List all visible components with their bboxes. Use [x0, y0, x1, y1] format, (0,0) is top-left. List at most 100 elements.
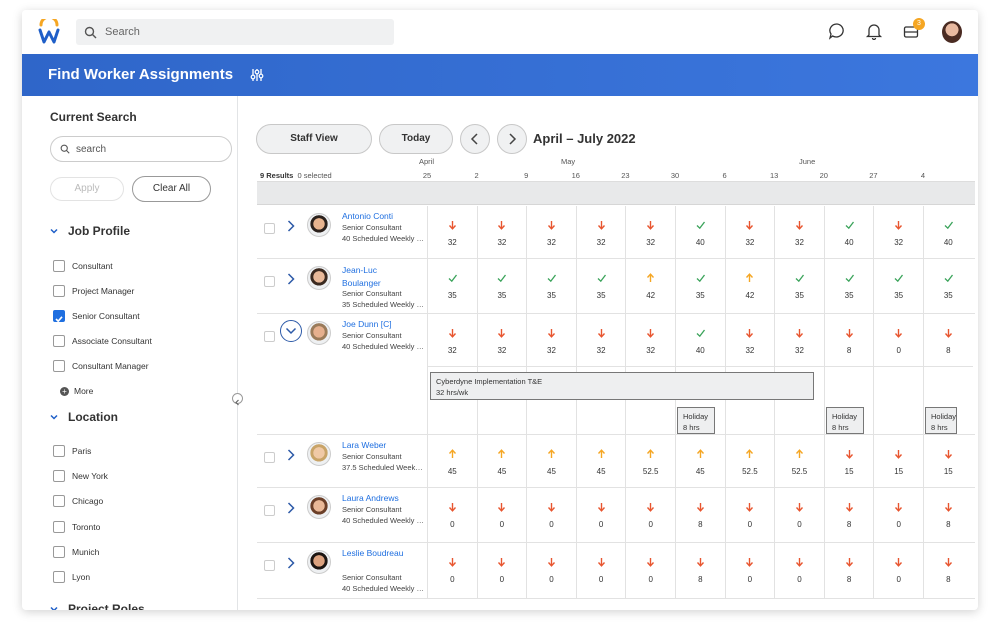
week-capacity-cell[interactable]: 35: [675, 259, 725, 314]
week-capacity-cell[interactable]: 35: [526, 259, 576, 314]
location-option[interactable]: Paris: [53, 444, 91, 458]
worker-name-link[interactable]: Jean-Luc Boulanger: [342, 264, 402, 290]
job-profile-option[interactable]: Project Manager: [53, 284, 134, 298]
row-checkbox[interactable]: [264, 331, 275, 342]
week-capacity-cell[interactable]: 8: [923, 314, 973, 366]
collapse-row-button[interactable]: [280, 320, 302, 342]
week-capacity-cell[interactable]: 8: [675, 543, 725, 599]
week-capacity-cell[interactable]: 8: [823, 488, 874, 543]
week-capacity-cell[interactable]: 8: [923, 488, 973, 543]
week-capacity-cell[interactable]: 35: [923, 259, 973, 314]
global-search-input[interactable]: Search: [76, 19, 394, 45]
week-capacity-cell[interactable]: 0: [873, 314, 923, 366]
week-capacity-cell[interactable]: 0: [575, 488, 626, 543]
row-checkbox[interactable]: [264, 505, 275, 516]
week-capacity-cell[interactable]: 45: [427, 435, 477, 488]
checkbox[interactable]: [53, 360, 65, 372]
week-capacity-cell[interactable]: 40: [675, 206, 725, 259]
week-capacity-cell[interactable]: 45: [675, 435, 725, 488]
checkbox[interactable]: [53, 335, 65, 347]
week-capacity-cell[interactable]: 52.5: [724, 435, 775, 488]
clear-all-button[interactable]: Clear All: [132, 176, 211, 202]
week-capacity-cell[interactable]: 0: [873, 488, 923, 543]
week-capacity-cell[interactable]: 0: [476, 488, 527, 543]
week-capacity-cell[interactable]: 32: [575, 314, 626, 366]
week-capacity-cell[interactable]: 32: [625, 206, 675, 259]
location-option[interactable]: Chicago: [53, 494, 103, 508]
worker-name-link[interactable]: Leslie Boudreau: [342, 548, 403, 558]
worker-name-link[interactable]: Lara Weber: [342, 440, 386, 450]
assignment-bar[interactable]: Cyberdyne Implementation T&E 32 hrs/wk: [430, 372, 814, 400]
week-capacity-cell[interactable]: 52.5: [625, 435, 675, 488]
expand-row-button[interactable]: [287, 501, 295, 514]
workday-logo-icon[interactable]: [38, 19, 60, 45]
week-capacity-cell[interactable]: 15: [873, 435, 923, 488]
worker-row[interactable]: Lara Weber Senior Consultant 37.5 Schedule…: [257, 435, 975, 488]
week-capacity-cell[interactable]: 32: [476, 314, 527, 366]
week-capacity-cell[interactable]: 32: [427, 206, 477, 259]
week-capacity-cell[interactable]: 0: [774, 488, 824, 543]
job-profile-option[interactable]: Senior Consultant: [53, 309, 140, 323]
week-capacity-cell[interactable]: 0: [526, 488, 576, 543]
job-profile-option[interactable]: Consultant: [53, 259, 113, 273]
week-capacity-cell[interactable]: 40: [823, 206, 874, 259]
week-capacity-cell[interactable]: 0: [575, 543, 626, 599]
expand-row-button[interactable]: [287, 219, 295, 232]
worker-row[interactable]: Antonio Conti Senior Consultant 40 Schedul…: [257, 206, 975, 259]
next-range-button[interactable]: [497, 124, 527, 154]
worker-name-link[interactable]: Joe Dunn [C]: [342, 319, 392, 329]
bell-icon[interactable]: [865, 22, 883, 40]
week-capacity-cell[interactable]: 32: [774, 314, 824, 366]
checkbox[interactable]: [53, 470, 65, 483]
week-capacity-cell[interactable]: 35: [427, 259, 477, 314]
worker-row[interactable]: Leslie Boudreau Senior Consultant 40 Sched…: [257, 543, 975, 599]
week-capacity-cell[interactable]: 35: [873, 259, 923, 314]
week-capacity-cell[interactable]: 45: [526, 435, 576, 488]
worker-name-link[interactable]: Antonio Conti: [342, 211, 393, 221]
week-capacity-cell[interactable]: 32: [774, 206, 824, 259]
week-capacity-cell[interactable]: 32: [625, 314, 675, 366]
week-capacity-cell[interactable]: 32: [526, 314, 576, 366]
row-checkbox[interactable]: [264, 223, 275, 234]
expand-row-button[interactable]: [287, 556, 295, 569]
week-capacity-cell[interactable]: 8: [923, 543, 973, 599]
week-capacity-cell[interactable]: 0: [427, 543, 477, 599]
chat-icon[interactable]: [828, 22, 846, 40]
week-capacity-cell[interactable]: 35: [476, 259, 527, 314]
worker-name-link[interactable]: Laura Andrews: [342, 493, 399, 503]
week-capacity-cell[interactable]: 45: [476, 435, 527, 488]
week-capacity-cell[interactable]: 40: [923, 206, 973, 259]
week-capacity-cell[interactable]: 40: [675, 314, 725, 366]
week-capacity-cell[interactable]: 35: [823, 259, 874, 314]
week-capacity-cell[interactable]: 0: [774, 543, 824, 599]
checkbox[interactable]: [53, 495, 65, 508]
checkbox[interactable]: [53, 545, 65, 558]
holiday-block[interactable]: Holiday 8 hrs: [677, 407, 715, 434]
holiday-block[interactable]: Holiday 8 hrs: [826, 407, 864, 434]
checkbox[interactable]: [53, 260, 65, 272]
checkbox[interactable]: [53, 571, 65, 583]
checkbox[interactable]: [53, 520, 65, 533]
week-capacity-cell[interactable]: 32: [526, 206, 576, 259]
project-roles-section-toggle[interactable]: Project Roles: [50, 602, 145, 610]
week-capacity-cell[interactable]: 8: [823, 543, 874, 599]
week-capacity-cell[interactable]: 42: [724, 259, 775, 314]
job-profile-option[interactable]: Consultant Manager: [53, 359, 149, 373]
location-option[interactable]: Munich: [53, 545, 99, 559]
week-capacity-cell[interactable]: 0: [625, 543, 675, 599]
checkbox[interactable]: [53, 445, 65, 457]
week-capacity-cell[interactable]: 0: [427, 488, 477, 543]
week-capacity-cell[interactable]: 35: [774, 259, 824, 314]
apply-button[interactable]: Apply: [50, 177, 124, 201]
today-button[interactable]: Today: [379, 124, 453, 154]
week-capacity-cell[interactable]: 0: [724, 543, 775, 599]
location-section-toggle[interactable]: Location: [50, 410, 118, 424]
week-capacity-cell[interactable]: 0: [625, 488, 675, 543]
week-capacity-cell[interactable]: 0: [873, 543, 923, 599]
week-capacity-cell[interactable]: 8: [823, 314, 874, 366]
worker-row[interactable]: Jean-Luc Boulanger Senior Consultant 35 Sc…: [257, 259, 975, 314]
week-capacity-cell[interactable]: 0: [724, 488, 775, 543]
week-capacity-cell[interactable]: 0: [476, 543, 527, 599]
week-capacity-cell[interactable]: 32: [575, 206, 626, 259]
job-profile-option[interactable]: Associate Consultant: [53, 334, 152, 348]
